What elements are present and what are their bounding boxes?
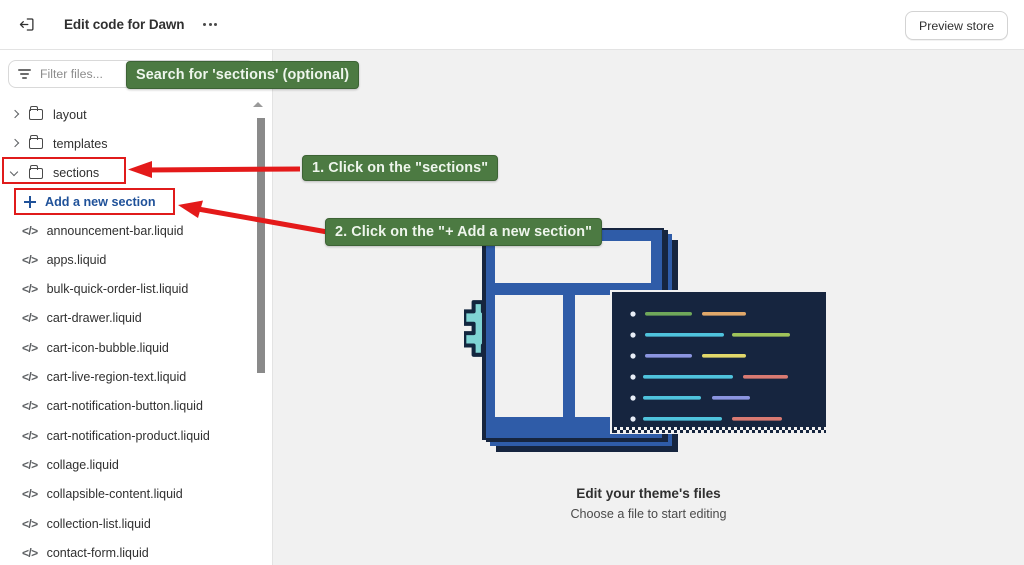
empty-state: Edit your theme's files Choose a file to… bbox=[273, 228, 1024, 521]
empty-state-title: Edit your theme's files bbox=[576, 486, 721, 501]
sidebar-scrollbar-thumb[interactable] bbox=[257, 118, 265, 373]
illustration-svg bbox=[461, 228, 828, 452]
more-dot bbox=[208, 23, 212, 26]
file-name: contact-form.liquid bbox=[46, 545, 149, 560]
file-row[interactable]: </> collection-list.liquid bbox=[0, 509, 258, 538]
file-row[interactable]: </> cart-drawer.liquid bbox=[0, 304, 258, 333]
callout-step-2: 2. Click on the "+ Add a new section" bbox=[325, 218, 603, 246]
file-tree: layout templates sections Add a new sect… bbox=[0, 100, 258, 565]
search-input-placeholder: Filter files... bbox=[40, 67, 103, 81]
exit-glyph bbox=[19, 18, 34, 31]
code-file-icon: </> bbox=[22, 457, 38, 472]
app-window: Edit code for Dawn Preview store Filter … bbox=[0, 0, 1024, 565]
folder-icon bbox=[29, 164, 43, 179]
tree-folder-templates[interactable]: templates bbox=[0, 129, 258, 158]
theme-files-illustration bbox=[461, 228, 844, 478]
file-name: cart-live-region-text.liquid bbox=[46, 370, 187, 385]
filter-bar bbox=[22, 77, 27, 79]
file-name: collapsible-content.liquid bbox=[46, 487, 183, 502]
scroll-up-arrow-icon[interactable] bbox=[253, 102, 263, 107]
more-dot bbox=[203, 23, 207, 26]
code-file-icon: </> bbox=[22, 370, 38, 385]
plus-icon bbox=[24, 195, 36, 208]
code-file-icon: </> bbox=[22, 487, 38, 502]
exit-icon[interactable] bbox=[11, 10, 41, 40]
file-row[interactable]: </> bulk-quick-order-list.liquid bbox=[0, 274, 258, 303]
file-name: collection-list.liquid bbox=[46, 516, 151, 531]
file-name: bulk-quick-order-list.liquid bbox=[46, 282, 189, 297]
callout-step-1: 1. Click on the "sections" bbox=[302, 155, 499, 181]
file-name: collage.liquid bbox=[46, 457, 119, 472]
file-name: apps.liquid bbox=[46, 252, 107, 267]
top-bar: Edit code for Dawn Preview store bbox=[0, 0, 1024, 50]
file-row[interactable]: </> cart-live-region-text.liquid bbox=[0, 362, 258, 391]
file-row[interactable]: </> collapsible-content.liquid bbox=[0, 480, 258, 509]
code-file-icon: </> bbox=[22, 545, 38, 560]
tree-folder-label: templates bbox=[53, 136, 108, 151]
add-section-label: Add a new section bbox=[45, 194, 156, 209]
file-row[interactable]: </> announcement-bar.liquid bbox=[0, 216, 258, 245]
more-horizontal-icon[interactable] bbox=[198, 14, 222, 36]
more-dot bbox=[214, 23, 218, 26]
chevron-right-icon[interactable] bbox=[11, 139, 20, 148]
add-a-new-section-button[interactable]: Add a new section bbox=[0, 188, 258, 216]
code-file-icon: </> bbox=[22, 428, 38, 443]
chevron-right-icon[interactable] bbox=[11, 110, 20, 119]
file-row[interactable]: </> contact-form.liquid bbox=[0, 538, 258, 565]
tree-folder-layout[interactable]: layout bbox=[0, 100, 258, 129]
code-file-icon: </> bbox=[22, 516, 38, 531]
file-row[interactable]: </> apps.liquid bbox=[0, 245, 258, 274]
file-name: cart-icon-bubble.liquid bbox=[46, 340, 169, 355]
filter-bar bbox=[18, 69, 31, 71]
code-file-icon: </> bbox=[22, 399, 38, 414]
perforation-edge bbox=[611, 427, 827, 433]
code-file-icon: </> bbox=[22, 340, 38, 355]
file-name: announcement-bar.liquid bbox=[46, 223, 184, 238]
callout-search-hint: Search for 'sections' (optional) bbox=[126, 61, 360, 89]
empty-state-subtitle: Choose a file to start editing bbox=[570, 507, 727, 521]
chevron-down-icon[interactable] bbox=[11, 169, 20, 178]
file-row[interactable]: </> cart-notification-button.liquid bbox=[0, 392, 258, 421]
editor-main-panel: Edit your theme's files Choose a file to… bbox=[272, 50, 1024, 565]
page-title: Edit code for Dawn bbox=[64, 17, 185, 32]
tree-folder-label: sections bbox=[53, 166, 100, 181]
file-name: cart-notification-button.liquid bbox=[46, 399, 203, 414]
code-file-icon: </> bbox=[22, 252, 38, 267]
code-file-icon: </> bbox=[22, 223, 38, 238]
file-row[interactable]: </> cart-notification-product.liquid bbox=[0, 421, 258, 450]
file-name: cart-notification-product.liquid bbox=[46, 428, 210, 443]
file-row[interactable]: </> collage.liquid bbox=[0, 450, 258, 479]
tree-folder-label: layout bbox=[53, 107, 87, 122]
filter-bar bbox=[20, 73, 29, 75]
folder-icon bbox=[29, 135, 43, 150]
file-name: cart-drawer.liquid bbox=[46, 311, 142, 326]
file-sidebar: Filter files... layout templates section… bbox=[0, 50, 272, 565]
file-row[interactable]: </> cart-icon-bubble.liquid bbox=[0, 333, 258, 362]
code-file-icon: </> bbox=[22, 282, 38, 297]
code-file-icon: </> bbox=[22, 311, 38, 326]
filter-icon bbox=[18, 68, 32, 80]
folder-icon bbox=[29, 106, 43, 121]
tree-folder-sections[interactable]: sections bbox=[0, 159, 258, 188]
preview-store-button[interactable]: Preview store bbox=[904, 11, 1008, 40]
